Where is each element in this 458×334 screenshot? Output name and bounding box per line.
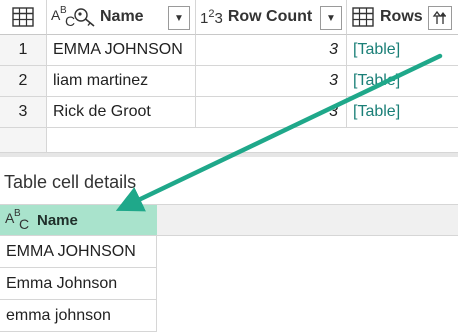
query-grid: ABC Name ▼ 123 Row Count ▼ Rows 1 EMMA J… — [0, 0, 458, 155]
cell-row-count[interactable]: 3 — [196, 97, 347, 128]
row-number[interactable]: 1 — [0, 35, 47, 66]
expand-column-button[interactable] — [428, 6, 452, 30]
select-all-corner[interactable] — [0, 0, 47, 35]
text-type-icon: ABC — [5, 208, 30, 232]
cell-name[interactable]: Rick de Groot — [47, 97, 196, 128]
cell-name[interactable]: liam martinez — [47, 66, 196, 97]
column-row-count-label: Row Count — [227, 8, 313, 25]
details-value-row[interactable]: emma johnson — [0, 300, 157, 332]
dropdown-arrow-icon: ▼ — [174, 12, 184, 24]
dropdown-arrow-icon: ▼ — [326, 12, 336, 24]
empty-row-gutter — [0, 128, 47, 153]
column-name-label: Name — [100, 8, 144, 25]
pane-divider[interactable] — [0, 153, 458, 157]
details-column-header-name[interactable]: ABC Name — [0, 205, 157, 235]
cell-name[interactable]: EMMA JOHNSON — [47, 35, 196, 66]
cell-row-count[interactable]: 3 — [196, 66, 347, 97]
details-pane-title: Table cell details — [4, 172, 137, 192]
details-column-label: Name — [37, 211, 78, 229]
cell-rows-table-link[interactable]: [Table] — [347, 97, 458, 128]
text-type-icon[interactable]: ABC — [51, 5, 79, 29]
column-filter-dropdown-row-count[interactable]: ▼ — [320, 6, 342, 30]
table-icon — [12, 7, 34, 27]
details-value-row[interactable]: EMMA JOHNSON — [0, 236, 157, 268]
cell-rows-table-link[interactable]: [Table] — [347, 35, 458, 66]
cell-row-count[interactable]: 3 — [196, 35, 347, 66]
table-type-icon[interactable] — [352, 7, 374, 27]
row-number[interactable]: 3 — [0, 97, 47, 128]
cell-rows-table-link[interactable]: [Table] — [347, 66, 458, 97]
empty-row — [47, 128, 458, 153]
row-number[interactable]: 2 — [0, 66, 47, 97]
column-filter-dropdown-name[interactable]: ▼ — [168, 6, 190, 30]
expand-icon — [432, 11, 446, 24]
details-header-row: ABC Name — [0, 204, 458, 236]
number-type-icon[interactable]: 123 — [200, 8, 223, 27]
details-value-row[interactable]: Emma Johnson — [0, 268, 157, 300]
column-rows-label: Rows — [380, 8, 423, 25]
